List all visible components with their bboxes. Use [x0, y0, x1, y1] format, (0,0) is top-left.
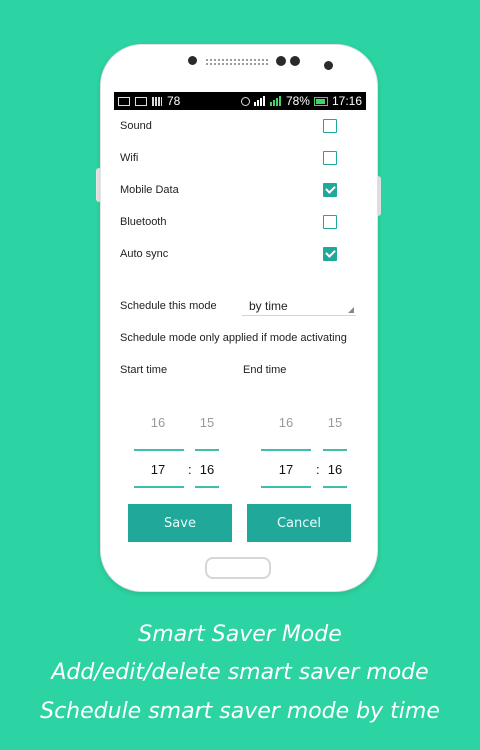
setting-row-wifi[interactable]: Wifi — [120, 148, 360, 168]
save-button[interactable]: Save — [128, 504, 232, 542]
schedule-value: by time — [249, 298, 288, 313]
auto-sync-checkbox[interactable] — [323, 247, 337, 261]
battery-icon — [313, 96, 328, 106]
signal-icon — [253, 96, 266, 106]
caption-line-3: Schedule smart saver mode by time — [40, 699, 440, 724]
schedule-note: Schedule mode only applied if mode activ… — [120, 332, 347, 344]
start-minute-divider-top — [195, 449, 219, 451]
end-minute-divider-top — [323, 449, 347, 451]
start-hour-divider-top — [134, 449, 184, 451]
caption-line-2: Add/edit/delete smart saver mode — [51, 660, 429, 685]
start-minute-selected[interactable]: 16 — [182, 462, 232, 477]
wifi-checkbox[interactable] — [323, 151, 337, 165]
dropdown-arrow-icon — [348, 307, 354, 313]
sound-checkbox[interactable] — [323, 119, 337, 133]
setting-row-bluetooth[interactable]: Bluetooth — [120, 212, 360, 232]
bluetooth-checkbox[interactable] — [323, 215, 337, 229]
start-hour-selected[interactable]: 17 — [133, 462, 183, 477]
proximity-sensor-icon — [290, 56, 300, 66]
end-hour-divider-bottom — [261, 486, 311, 488]
end-hour-prev[interactable]: 16 — [261, 415, 311, 430]
barcode-icon — [152, 96, 162, 106]
schedule-dropdown[interactable]: by time — [242, 296, 356, 316]
status-left-value: 78 — [167, 94, 181, 108]
start-hour-divider-bottom — [134, 486, 184, 488]
end-minute-prev[interactable]: 15 — [310, 415, 360, 430]
end-hour-divider-top — [261, 449, 311, 451]
front-sensor-icon — [188, 56, 197, 65]
phone-screen: 78 78% 17:16 Sound Wifi Mobile Data Blue… — [114, 92, 366, 547]
end-minute-selected[interactable]: 16 — [310, 462, 360, 477]
front-camera-icon — [276, 56, 286, 66]
schedule-row: Schedule this mode — [120, 296, 240, 316]
mobile-data-checkbox[interactable] — [323, 183, 337, 197]
setting-row-sound[interactable]: Sound — [120, 116, 360, 136]
end-time-label: End time — [243, 364, 287, 376]
setting-row-mobile-data[interactable]: Mobile Data — [120, 180, 360, 200]
start-time-label: Start time — [120, 364, 168, 376]
home-button[interactable] — [205, 557, 271, 579]
end-minute-divider-bottom — [323, 486, 347, 488]
status-bar: 78 78% 17:16 — [114, 92, 366, 110]
setting-row-auto-sync[interactable]: Auto sync — [120, 244, 360, 264]
keyboard-icon — [118, 96, 130, 106]
cancel-button[interactable]: Cancel — [247, 504, 351, 542]
battery-percent: 78% — [285, 94, 310, 108]
clock: 17:16 — [331, 94, 362, 108]
start-minute-prev[interactable]: 15 — [182, 415, 232, 430]
light-sensor-icon — [324, 61, 333, 70]
schedule-label: Schedule this mode — [120, 300, 217, 312]
earpiece-speaker — [206, 59, 268, 65]
start-minute-divider-bottom — [195, 486, 219, 488]
data-signal-icon — [269, 96, 282, 106]
end-hour-selected[interactable]: 17 — [261, 462, 311, 477]
start-hour-prev[interactable]: 16 — [133, 415, 183, 430]
image-notification-icon — [135, 96, 147, 106]
caption-title: Smart Saver Mode — [138, 622, 342, 647]
alarm-icon — [240, 96, 250, 106]
